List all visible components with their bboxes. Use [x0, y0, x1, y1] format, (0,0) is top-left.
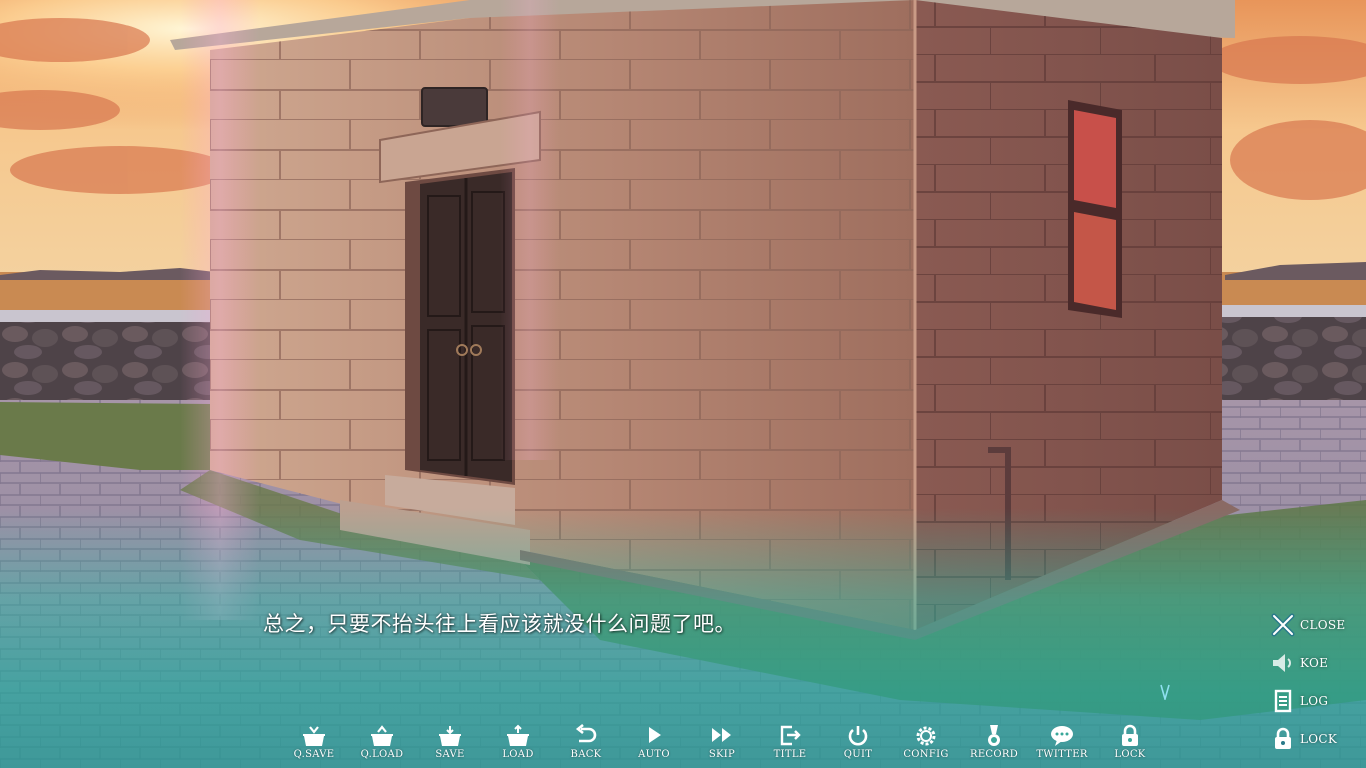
save-button[interactable]: SAVE [416, 724, 484, 768]
skip-label: SKIP [708, 749, 736, 760]
quick-save-icon [303, 726, 325, 746]
bottom-toolbar: Q.SAVE Q.LOAD SAVE LOAD BACK AUTO SKIP T… [280, 724, 1164, 768]
side-lock-button[interactable]: LOCK [1270, 720, 1366, 758]
speech-bubble-icon [1051, 726, 1073, 746]
quit-label: QUIT [843, 749, 873, 760]
log-icon [1274, 689, 1292, 713]
qload-button[interactable]: Q.LOAD [348, 724, 416, 768]
lock-icon [1122, 724, 1138, 746]
config-button[interactable]: CONFIG [892, 724, 960, 768]
back-arrow-icon [575, 724, 597, 743]
chevron-down-icon [1160, 684, 1170, 704]
record-label: RECORD [969, 749, 1019, 760]
speaker-icon [1273, 654, 1291, 672]
record-button[interactable]: RECORD [960, 724, 1028, 768]
quit-button[interactable]: QUIT [824, 724, 892, 768]
load-icon [507, 724, 529, 746]
fast-forward-icon [712, 728, 731, 742]
qsave-label: Q.SAVE [293, 749, 335, 760]
lock-label: LOCK [1114, 749, 1146, 760]
koe-button[interactable]: KOE [1270, 644, 1366, 682]
side-lock-label: LOCK [1300, 732, 1338, 746]
log-label: LOG [1300, 694, 1329, 708]
side-menu: CLOSE KOE LOG LOCK [1270, 606, 1366, 758]
exit-door-icon [780, 725, 801, 746]
rooftop-building-illustration [0, 0, 1366, 768]
twitter-label: TWITTER [1036, 749, 1088, 760]
title-button[interactable]: TITLE [756, 724, 824, 768]
background-scene [0, 0, 1366, 768]
koe-label: KOE [1300, 656, 1329, 670]
save-icon [439, 726, 461, 746]
back-button[interactable]: BACK [552, 724, 620, 768]
log-button[interactable]: LOG [1270, 682, 1366, 720]
twitter-button[interactable]: TWITTER [1028, 724, 1096, 768]
skip-button[interactable]: SKIP [688, 724, 756, 768]
title-label: TITLE [773, 749, 807, 760]
lock-icon [1275, 727, 1291, 749]
dialog-text[interactable]: 总之，只要不抬头往上看应该就没什么问题了吧。 [263, 608, 1163, 638]
play-icon [649, 727, 661, 743]
load-label: LOAD [502, 749, 534, 760]
close-label: CLOSE [1300, 618, 1346, 632]
gear-icon [916, 726, 936, 746]
back-label: BACK [570, 749, 602, 760]
close-button[interactable]: CLOSE [1270, 606, 1366, 644]
quick-load-icon [371, 725, 393, 746]
qload-label: Q.LOAD [360, 749, 404, 760]
save-label: SAVE [435, 749, 465, 760]
power-icon [848, 726, 868, 746]
lock-button[interactable]: LOCK [1096, 724, 1164, 768]
config-label: CONFIG [903, 749, 949, 760]
load-button[interactable]: LOAD [484, 724, 552, 768]
qsave-button[interactable]: Q.SAVE [280, 724, 348, 768]
auto-label: AUTO [638, 749, 670, 760]
auto-button[interactable]: AUTO [620, 724, 688, 768]
medal-icon [988, 725, 1000, 746]
close-icon [1271, 613, 1295, 637]
